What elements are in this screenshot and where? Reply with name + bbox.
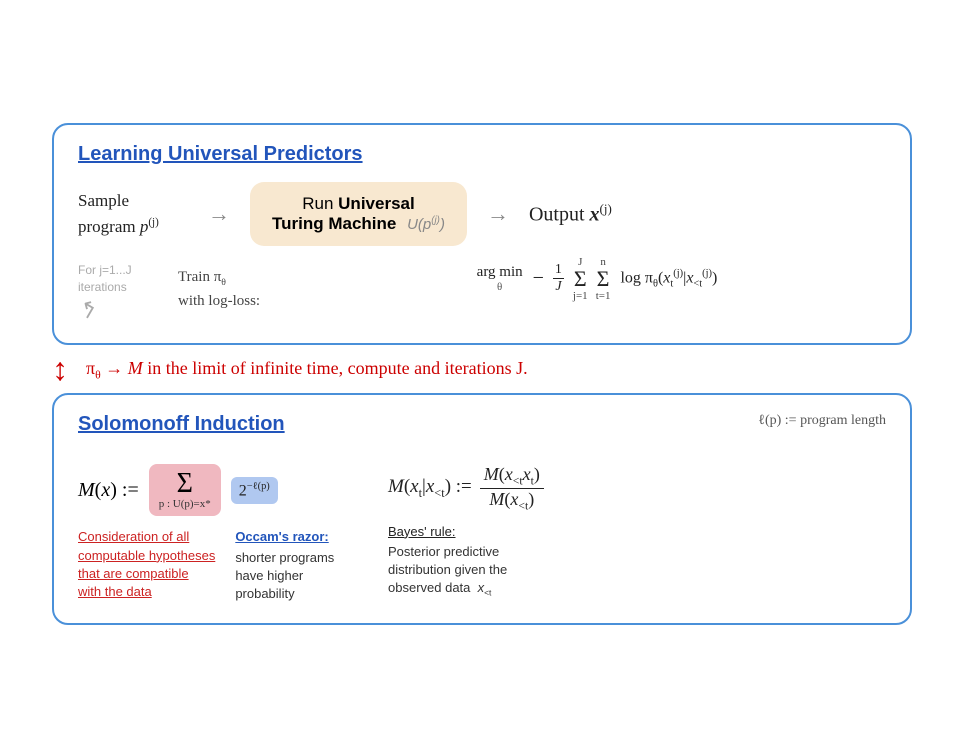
flow-row: Sampleprogram p(j) → Run UniversalTuring… (78, 182, 886, 246)
desc-occam-title: Occam's razor: (235, 528, 345, 546)
sum-n: n Σ t=1 (596, 256, 611, 302)
desc-block-2: Occam's razor: shorter programshave high… (235, 528, 345, 603)
sum-J: J Σ j=1 (573, 256, 588, 302)
right-frac-den: M(x<t) (485, 489, 538, 513)
output-text: Output x(j) (529, 201, 612, 227)
sol-mx-formula: M(x) := Σ p : U(p)=x* 2−ℓ(p) (78, 464, 278, 516)
sol-exp: 2−ℓ(p) (231, 477, 278, 504)
desc-computable-text: Consideration of allcomputable hypothese… (78, 528, 215, 601)
log-formula: log πθ(xt(j)|x<t(j)) (620, 268, 717, 290)
argmin-label: arg min (477, 264, 523, 281)
sol-sum-block: Σ p : U(p)=x* (149, 464, 221, 516)
utm-box: Run UniversalTuring Machine U(p(j)) (250, 182, 467, 246)
top-box: Learning Universal Predictors Sampleprog… (52, 123, 912, 346)
program-length-note: ℓ(p) := program length (758, 413, 886, 429)
updown-arrow-icon: ↕ (52, 353, 68, 385)
utm-run-label: Run (302, 194, 338, 213)
sol-sum-sub: p : U(p)=x* (159, 498, 211, 510)
formula-container: arg min θ − 1 J J Σ j=1 n Σ (308, 256, 886, 302)
sample-program-text: Sampleprogram p(j) (78, 188, 188, 239)
sol-sigma: Σ (177, 470, 193, 498)
sol-left: M(x) := Σ p : U(p)=x* 2−ℓ(p) Considerati… (78, 464, 358, 603)
description-row: Consideration of allcomputable hypothese… (78, 528, 345, 603)
solomonoff-row: M(x) := Σ p : U(p)=x* 2−ℓ(p) Considerati… (78, 464, 886, 603)
bottom-flow-row: For j=1...Jiterations ↱ Train πθwith log… (78, 256, 886, 324)
utm-bold-label: UniversalTuring Machine (272, 194, 415, 233)
middle-row: ⬡ ↕⬆ πθ → M in the limit of infinite tim… (52, 345, 912, 393)
arrow-to-output: → (487, 201, 509, 227)
right-formula-lhs: M(xt|x<t) := (388, 476, 472, 501)
sol-right-formula: M(xt|x<t) := M(x<txt) M(x<t) (388, 464, 544, 512)
middle-formula-text: πθ → M in the limit of infinite time, co… (86, 358, 528, 382)
desc-occam-body: shorter programshave higherprobability (235, 549, 345, 604)
desc-bayes-title: Bayes' rule: (388, 523, 508, 541)
right-frac: M(x<txt) M(x<t) (480, 464, 544, 512)
desc-block-3: Bayes' rule: Posterior predictivedistrib… (388, 523, 508, 600)
train-text: Train πθwith log-loss: (178, 266, 298, 313)
frac-1-J: 1 J (553, 262, 564, 295)
arrow-to-utm: → (208, 201, 230, 227)
iteration-label: For j=1...Jiterations (78, 262, 158, 296)
loss-formula: arg min θ − 1 J J Σ j=1 n Σ (477, 256, 718, 302)
desc-bayes-body: Posterior predictivedistribution given t… (388, 543, 508, 600)
curved-arrow-icon: ↱ (73, 295, 102, 327)
utm-formula: U(p(j)) (407, 216, 445, 233)
main-container: Learning Universal Predictors Sampleprog… (52, 123, 912, 625)
sol-right: M(xt|x<t) := M(x<txt) M(x<t) Bayes' rule… (388, 464, 886, 599)
bottom-header: Solomonoff Induction ℓ(p) := program len… (78, 413, 886, 452)
minus-sign: − (533, 267, 544, 290)
bottom-box: Solomonoff Induction ℓ(p) := program len… (52, 393, 912, 625)
argmin-theta: θ (497, 281, 502, 293)
right-frac-num: M(x<txt) (480, 464, 544, 489)
mx-label: M(x) := (78, 479, 139, 502)
top-box-title: Learning Universal Predictors (78, 143, 886, 166)
desc-block-1: Consideration of allcomputable hypothese… (78, 528, 215, 603)
bottom-box-title: Solomonoff Induction (78, 413, 285, 436)
